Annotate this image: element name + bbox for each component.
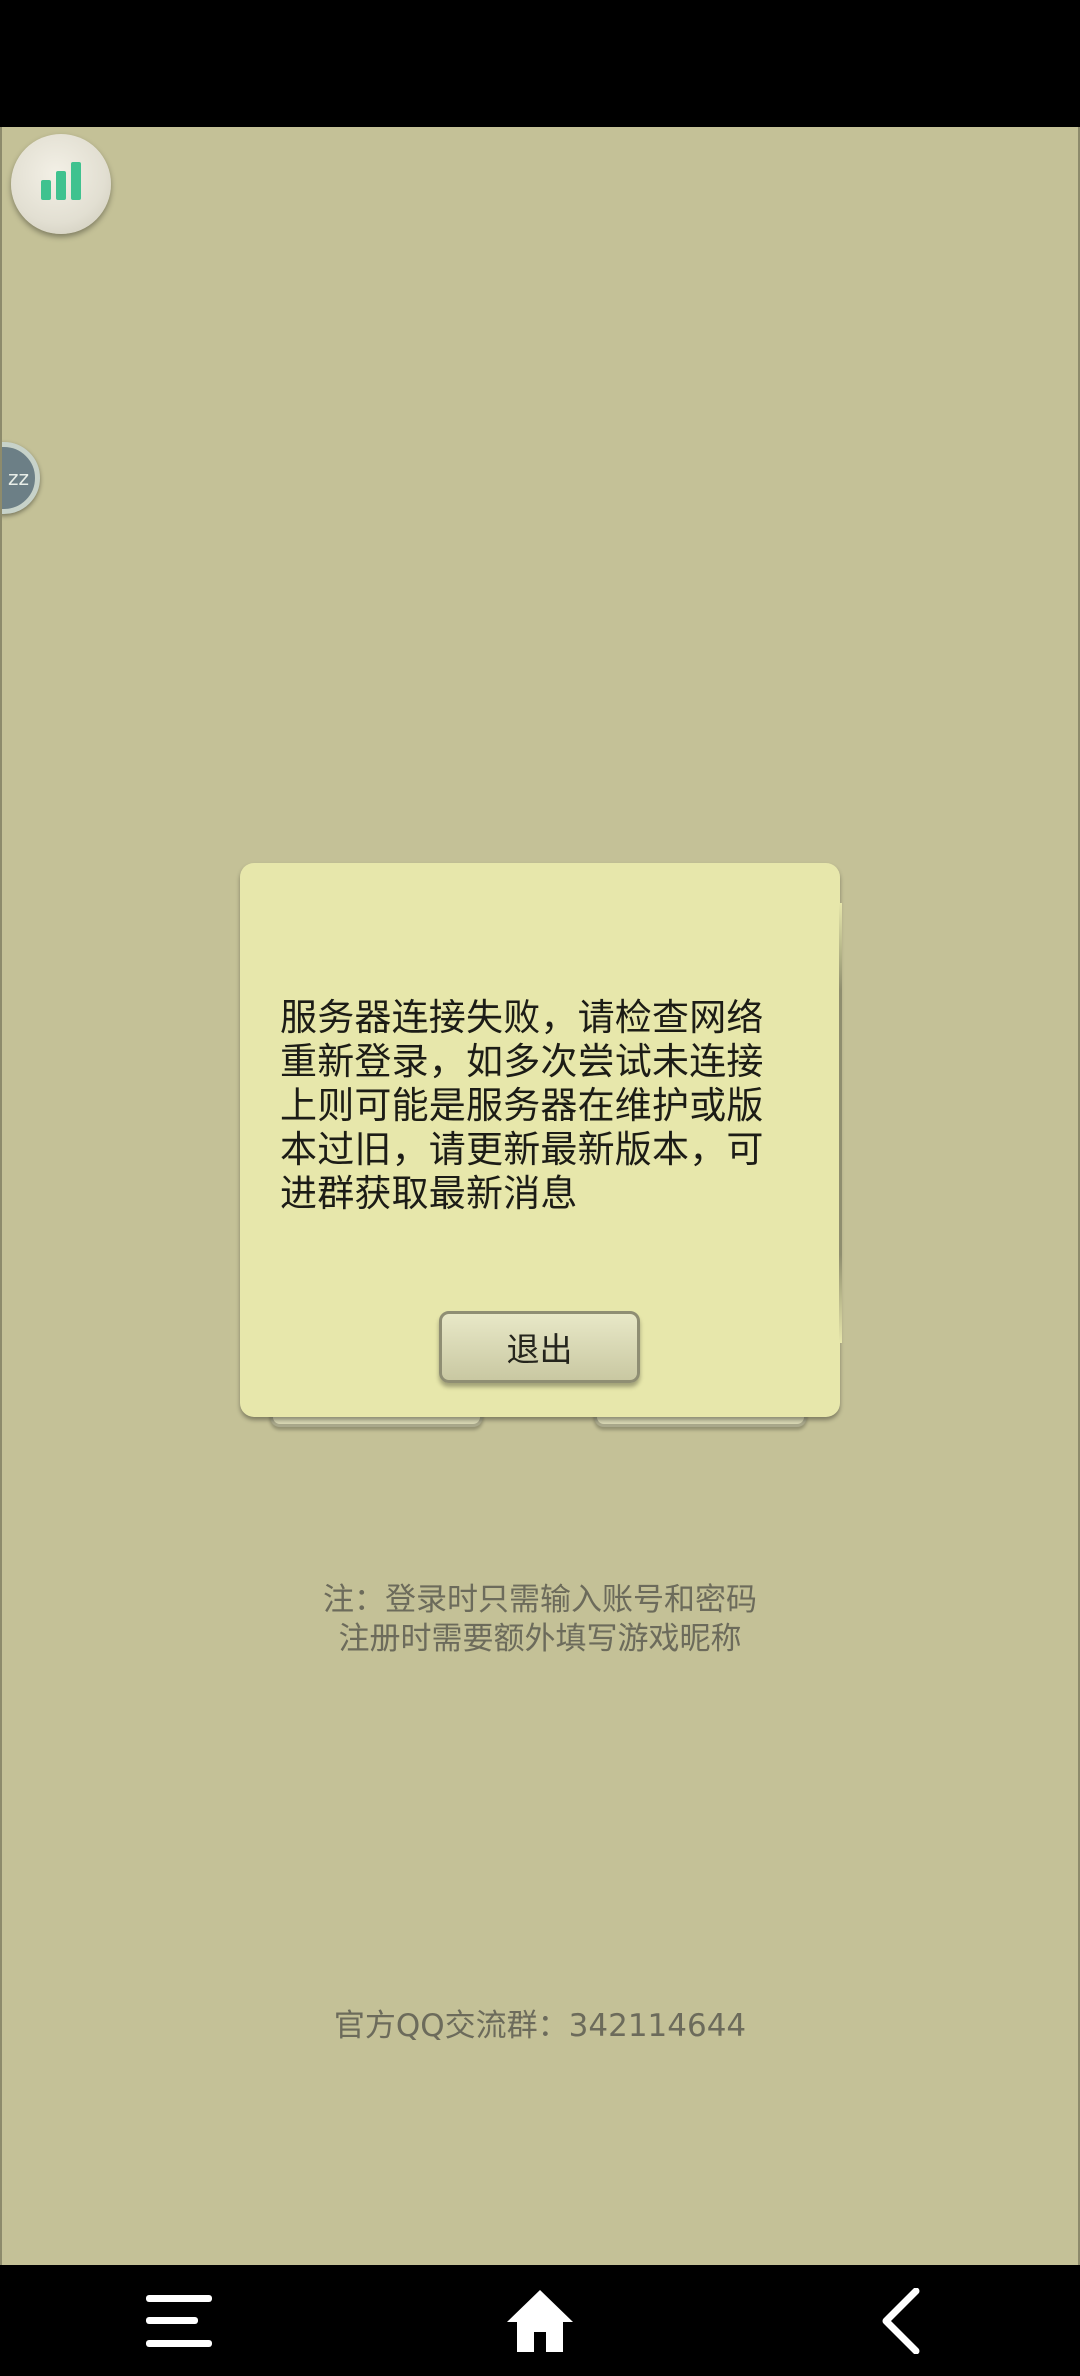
- stats-button[interactable]: [11, 134, 111, 234]
- back-icon: [882, 2288, 920, 2354]
- status-bar: [0, 0, 1080, 127]
- note-line-2: 注册时需要额外填写游戏昵称: [338, 1621, 742, 1657]
- exit-button[interactable]: 退出: [439, 1311, 640, 1383]
- nav-back-button[interactable]: [860, 2285, 940, 2357]
- qq-group-text: 官方QQ交流群：342114644: [333, 2008, 747, 2044]
- connection-error-dialog: 服务器连接失败，请检查网络重新登录，如多次尝试未连接上则可能是服务器在维护或版本…: [240, 863, 842, 1417]
- note-line-1: 注：登录时只需输入账号和密码: [323, 1582, 757, 1618]
- nav-menu-button[interactable]: [139, 2285, 219, 2357]
- system-nav-bar: [0, 2265, 1080, 2376]
- dialog-message: 服务器连接失败，请检查网络重新登录，如多次尝试未连接上则可能是服务器在维护或版本…: [280, 996, 764, 1215]
- home-icon: [507, 2290, 573, 2352]
- menu-icon: [146, 2295, 212, 2347]
- nav-home-button[interactable]: [500, 2285, 580, 2357]
- bar-chart-icon: [41, 162, 81, 200]
- side-float-label: zz: [8, 466, 29, 490]
- login-note: 注：登录时只需输入账号和密码 注册时需要额外填写游戏昵称: [2, 1581, 1078, 1659]
- exit-button-label: 退出: [506, 1330, 573, 1369]
- side-float-button[interactable]: zz: [2, 442, 40, 514]
